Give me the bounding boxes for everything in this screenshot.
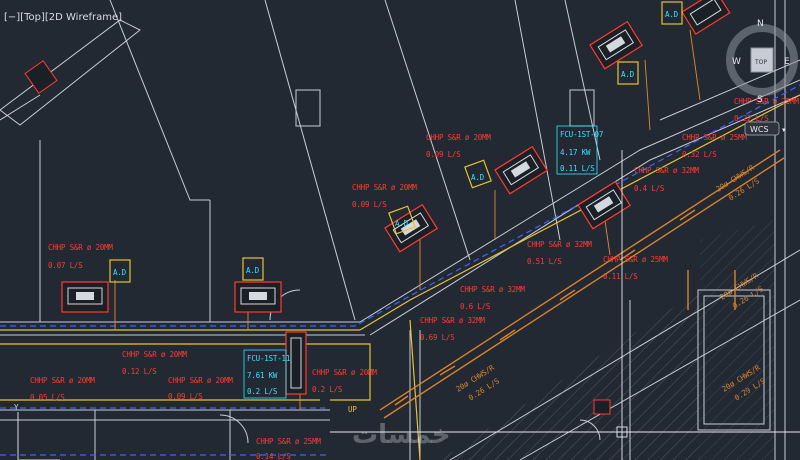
svg-text:0.51 L/S: 0.51 L/S	[527, 257, 562, 266]
svg-text:CHHP S&R ø 25MM: CHHP S&R ø 25MM	[256, 437, 321, 446]
svg-text:CHHP S&R ø 25MM: CHHP S&R ø 25MM	[734, 97, 799, 106]
ucs-icon	[17, 412, 60, 460]
svg-text:CHHP S&R ø 32MM: CHHP S&R ø 32MM	[527, 240, 592, 249]
duct-label[interactable]: CHHP S&R ø 20MM 0.2 L/S	[312, 368, 378, 394]
model-space-canvas[interactable]: A.D A.D A.D A.D A.D A.D CHHP S&R ø 20MM 0…	[0, 0, 800, 460]
svg-text:0.11 L/S: 0.11 L/S	[603, 272, 638, 281]
svg-text:0.14 L/S: 0.14 L/S	[256, 452, 291, 460]
svg-text:0.09 L/S: 0.09 L/S	[352, 200, 387, 209]
up-marker: UP	[348, 405, 357, 414]
duct-label[interactable]: CHHP S&R ø 32MM 0.6 L/S	[460, 285, 526, 311]
svg-text:CHHP S&R ø 32MM: CHHP S&R ø 32MM	[420, 316, 485, 325]
svg-text:CHHP S&R ø 25MM: CHHP S&R ø 25MM	[603, 255, 668, 264]
svg-text:CHHP S&R ø 20MM: CHHP S&R ø 20MM	[30, 376, 95, 385]
duct-label[interactable]: CHHP S&R ø 20MM 0.09 L/S	[352, 183, 418, 209]
svg-text:0.09 L/S: 0.09 L/S	[168, 392, 203, 401]
ad-tag: A.D	[113, 268, 127, 277]
svg-text:TOP: TOP	[754, 59, 767, 66]
duct-label[interactable]: CHHP S&R ø 32MM 0.51 L/S	[527, 240, 593, 266]
duct-label[interactable]: CHHP S&R ø 20MM 0.05 L/S	[30, 376, 96, 402]
ad-tag: A.D	[471, 173, 485, 182]
viewcube-east: E	[784, 57, 790, 67]
svg-text:CHHP S&R ø 32MM: CHHP S&R ø 32MM	[634, 166, 699, 175]
ad-tag: A.D	[246, 266, 260, 275]
duct-label[interactable]: CHHP S&R ø 20MM 0.09 L/S	[426, 133, 492, 159]
svg-text:FCU-1ST-11: FCU-1ST-11	[247, 354, 290, 363]
watermark-logo: خمسات	[352, 420, 451, 450]
svg-text:CHHP S&R ø 20MM: CHHP S&R ø 20MM	[122, 350, 187, 359]
duct-label[interactable]: CHHP S&R ø 25MM 0.11 L/S	[603, 255, 669, 281]
svg-text:0.12 L/S: 0.12 L/S	[122, 367, 157, 376]
svg-text:0.32 L/S: 0.32 L/S	[682, 150, 717, 159]
svg-text:0.69 L/S: 0.69 L/S	[420, 333, 455, 342]
chws-label[interactable]: 20ø CHWS/R 0.26 L/S	[454, 363, 503, 406]
viewcube-south: S	[757, 95, 763, 105]
duct-label[interactable]: CHHP S&R ø 25MM0.22 L/S	[734, 97, 800, 123]
svg-text:CHHP S&R ø 20MM: CHHP S&R ø 20MM	[426, 133, 491, 142]
svg-text:WCS: WCS	[750, 125, 769, 134]
svg-text:0.09 L/S: 0.09 L/S	[426, 150, 461, 159]
ad-tag: A.D	[665, 10, 679, 19]
svg-text:0.07 L/S: 0.07 L/S	[48, 261, 83, 270]
svg-text:CHHP S&R ø 20MM: CHHP S&R ø 20MM	[168, 376, 233, 385]
ad-tag: A.D	[395, 219, 409, 228]
svg-text:FCU-1ST-07: FCU-1ST-07	[560, 130, 603, 139]
svg-text:0.2 L/S: 0.2 L/S	[312, 385, 343, 394]
fcu-label[interactable]: FCU-1ST-11 7.61 KW 0.2 L/S	[243, 349, 290, 399]
svg-text:7.61 KW: 7.61 KW	[247, 371, 278, 380]
y-axis-label: Y	[14, 403, 19, 412]
duct-label[interactable]: CHHP S&R ø 25MM 0.14 L/S	[256, 437, 322, 460]
svg-text:CHHP S&R ø 25MM: CHHP S&R ø 25MM	[682, 133, 747, 142]
viewcube-north: N	[757, 19, 764, 29]
svg-text:4.17 KW: 4.17 KW	[560, 148, 591, 157]
viewport-controls[interactable]: [−][Top][2D Wireframe]	[4, 12, 122, 23]
svg-text:0.6 L/S: 0.6 L/S	[460, 302, 491, 311]
svg-text:CHHP S&R ø 20MM: CHHP S&R ø 20MM	[48, 243, 113, 252]
svg-text:CHHP S&R ø 32MM: CHHP S&R ø 32MM	[460, 285, 525, 294]
svg-text:CHHP S&R ø 20MM: CHHP S&R ø 20MM	[352, 183, 417, 192]
duct-label[interactable]: CHHP S&R ø 20MM 0.12 L/S	[122, 350, 188, 376]
duct-label[interactable]: CHHP S&R ø 32MM 0.4 L/S	[634, 166, 700, 193]
ad-tag: A.D	[621, 70, 635, 79]
duct-label[interactable]: CHHP S&R ø 20MM 0.07 L/S	[48, 243, 114, 270]
svg-text:0.05 L/S: 0.05 L/S	[30, 393, 65, 402]
fcu-label[interactable]: FCU-1ST-07 4.17 KW 0.11 L/S	[556, 125, 603, 175]
viewcube-west: W	[732, 57, 741, 67]
svg-text:0.2 L/S: 0.2 L/S	[247, 387, 278, 396]
wcs-dropdown-icon: ▾	[782, 126, 786, 134]
svg-text:CHHP S&R ø 20MM: CHHP S&R ø 20MM	[312, 368, 377, 377]
svg-text:0.11 L/S: 0.11 L/S	[560, 164, 595, 173]
duct-label[interactable]: CHHP S&R ø 20MM 0.09 L/S	[168, 376, 234, 401]
duct-label[interactable]: CHHP S&R ø 25MM 0.32 L/S	[682, 133, 748, 159]
svg-text:0.4 L/S: 0.4 L/S	[634, 184, 665, 193]
duct-label[interactable]: CHHP S&R ø 32MM 0.69 L/S	[420, 316, 486, 342]
